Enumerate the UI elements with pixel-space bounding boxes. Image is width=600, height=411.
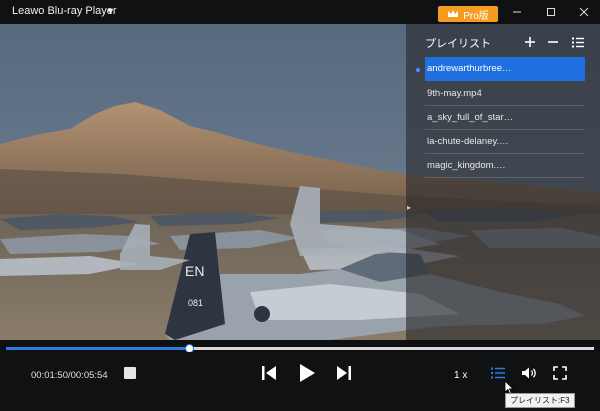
add-icon[interactable]	[523, 35, 537, 49]
playlist-item-label: la-chute-delaney.…	[427, 136, 509, 147]
seek-progress	[6, 347, 189, 350]
play-button[interactable]	[297, 362, 317, 384]
play-icon	[300, 364, 315, 382]
remove-icon[interactable]	[546, 35, 560, 49]
collapse-playlist-icon[interactable]: ▸	[407, 203, 411, 212]
maximize-icon[interactable]	[540, 4, 562, 20]
playlist-item-label: 9th-may.mp4	[427, 88, 482, 99]
speed-button[interactable]: 1 x	[454, 370, 467, 381]
minimize-icon[interactable]	[506, 4, 528, 20]
playlist-icon	[491, 367, 505, 379]
crown-icon	[448, 10, 459, 17]
playlist-title: プレイリスト	[425, 38, 491, 50]
playlist-item[interactable]: andrewarthurbree…	[425, 57, 585, 81]
playlist-item[interactable]: la-chute-delaney.…	[425, 130, 585, 154]
playlist-tooltip: プレイリスト:F3	[505, 393, 575, 408]
playlist-toggle-button[interactable]	[490, 366, 506, 380]
list-menu-icon[interactable]	[571, 35, 585, 49]
playlist-item[interactable]: 9th-may.mp4	[425, 82, 585, 106]
title-bar: Leawo Blu-ray Player ▼ Pro版	[0, 0, 600, 24]
playlist-item[interactable]: magic_kingdom.…	[425, 154, 585, 178]
playlist-panel: プレイリスト andrewarthurbree… 9th-may.mp4 a_s…	[406, 24, 600, 340]
playlist-item-label: a_sky_full_of_star…	[427, 112, 514, 123]
pro-upgrade-button[interactable]: Pro版	[438, 6, 498, 22]
svg-text:081: 081	[188, 298, 203, 308]
playlist-item-label: andrewarthurbree…	[427, 63, 512, 74]
svg-text:EN: EN	[185, 263, 204, 279]
stop-button[interactable]	[123, 366, 137, 380]
skip-next-icon	[337, 366, 351, 380]
stop-icon	[124, 367, 136, 379]
playlist-item[interactable]: a_sky_full_of_star…	[425, 106, 585, 130]
fullscreen-icon	[553, 366, 567, 380]
app-menu-chevron-down-icon[interactable]: ▼	[106, 6, 115, 16]
now-playing-dot-icon	[416, 68, 420, 72]
volume-icon	[522, 367, 536, 379]
fullscreen-button[interactable]	[553, 366, 567, 380]
playlist-items: andrewarthurbree… 9th-may.mp4 a_sky_full…	[425, 57, 585, 178]
volume-button[interactable]	[521, 366, 539, 380]
previous-button[interactable]	[260, 364, 278, 382]
close-icon[interactable]	[573, 4, 595, 20]
pro-label: Pro版	[463, 10, 489, 22]
time-display: 00:01:50/00:05:54	[31, 370, 108, 381]
next-button[interactable]	[335, 364, 353, 382]
playlist-item-label: magic_kingdom.…	[427, 160, 506, 171]
mouse-cursor-icon	[504, 380, 514, 394]
app-title: Leawo Blu-ray Player	[12, 5, 117, 17]
skip-previous-icon	[262, 366, 276, 380]
